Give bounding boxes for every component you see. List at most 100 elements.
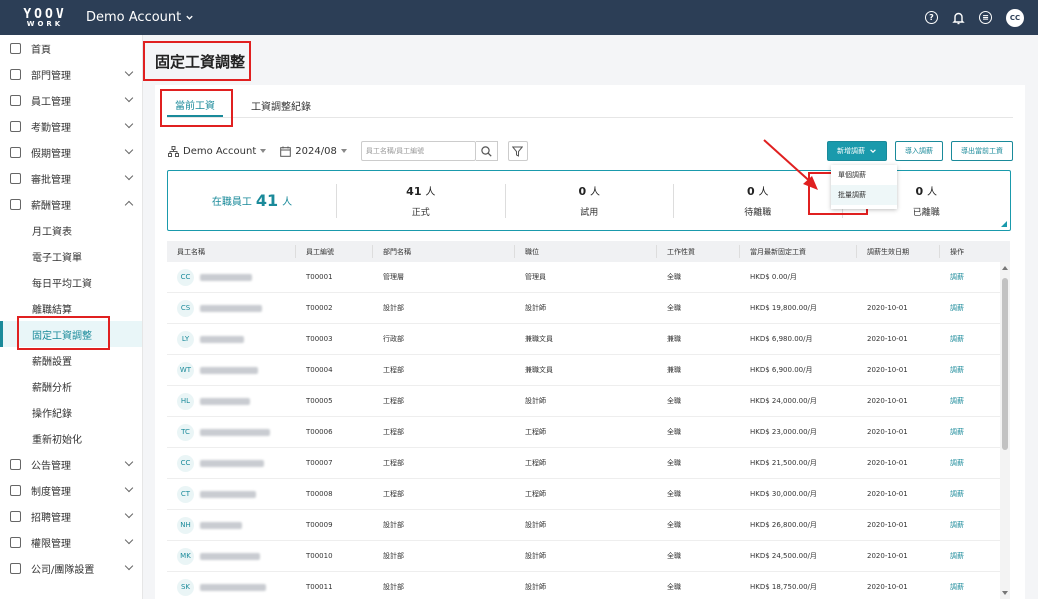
logo-line2: WORK — [26, 19, 64, 28]
month-select[interactable]: 2024/08 — [280, 146, 347, 157]
position-cell: 設計師 — [525, 521, 546, 529]
position-cell: 設計師 — [525, 552, 546, 560]
sidebar-item-shield[interactable]: 權限管理 — [0, 529, 142, 555]
annotation-box-page-title — [143, 41, 251, 81]
sidebar-item-org[interactable]: 部門管理 — [0, 61, 142, 87]
chevron-down-icon — [124, 561, 134, 571]
position-cell: 設計師 — [525, 397, 546, 405]
employee-name-redacted — [200, 304, 262, 312]
employee-avatar: LY — [177, 330, 194, 348]
account-name: Demo Account — [86, 10, 182, 25]
tab-adjustment-history[interactable]: 工資調整紀錄 — [243, 93, 319, 117]
expand-corner-icon[interactable] — [1001, 221, 1007, 227]
sidebar-item-label: 首頁 — [31, 44, 51, 56]
export-salary-button[interactable]: 導出當前工資 — [951, 141, 1013, 161]
sidebar-item-dollar[interactable]: 薪酬管理 — [0, 191, 142, 217]
employee-name-redacted — [200, 397, 250, 405]
menu-item-single-adjust[interactable]: 單個調薪 — [831, 165, 897, 185]
chevron-down-icon — [124, 119, 134, 129]
search-input[interactable]: 員工名稱/員工編號 — [360, 141, 476, 161]
building-icon — [10, 562, 21, 574]
sidebar-item-beach[interactable]: 假期管理 — [0, 139, 142, 165]
table-row: CC T00007 工程部 工程師 全職 HKD$ 21,500.00/月 20… — [167, 448, 1010, 479]
employee-name-redacted — [200, 366, 258, 374]
app-logo[interactable]: YOOV WORK — [14, 8, 76, 28]
department-cell: 工程部 — [383, 490, 404, 498]
effective-date-cell: 2020-10-01 — [867, 397, 908, 405]
employee-name-cell: CC — [167, 448, 296, 478]
position-cell: 兼職文員 — [525, 366, 553, 374]
column-header: 調薪生效日期 — [857, 241, 940, 262]
sidebar-item-briefcase[interactable]: 招聘管理 — [0, 503, 142, 529]
employee-id-cell: T00006 — [306, 428, 333, 436]
dashboard-icon — [10, 42, 21, 54]
org-icon — [10, 68, 21, 80]
effective-date-cell: 2020-10-01 — [867, 366, 908, 374]
calendar-icon — [10, 120, 21, 132]
account-switcher[interactable]: Demo Account — [86, 10, 194, 25]
sidebar-item-calendar[interactable]: 考勤管理 — [0, 113, 142, 139]
sidebar-item-stamp[interactable]: 審批管理 — [0, 165, 142, 191]
menu-item-batch-adjust[interactable]: 批量調薪 — [831, 185, 897, 205]
employee-name-redacted — [200, 273, 252, 281]
annotation-box-current-tab — [160, 89, 233, 127]
sidebar-item-users[interactable]: 員工管理 — [0, 87, 142, 113]
settings-icon[interactable]: ≡ — [979, 11, 992, 24]
user-avatar[interactable]: CC — [1006, 8, 1024, 27]
sidebar-item-building[interactable]: 公司/團隊設置 — [0, 555, 142, 581]
scroll-down-icon[interactable] — [1002, 591, 1008, 595]
employee-name-cell: WT — [167, 355, 296, 385]
department-cell: 工程部 — [383, 428, 404, 436]
import-adjustment-button[interactable]: 導入調薪 — [895, 141, 943, 161]
sidebar-subitem[interactable]: 月工資表 — [0, 217, 142, 243]
sidebar-item-book[interactable]: 制度管理 — [0, 477, 142, 503]
table-row: SK T00011 設計部 設計師 全職 HKD$ 18,750.00/月 20… — [167, 572, 1010, 599]
effective-date-cell: 2020-10-01 — [867, 459, 908, 467]
table-row: CS T00002 設計部 設計師 全職 HKD$ 19,800.00/月 20… — [167, 293, 1010, 324]
sidebar-subitem[interactable]: 操作紀錄 — [0, 399, 142, 425]
salary-cell: HKD$ 23,000.00/月 — [750, 428, 817, 436]
department-select[interactable]: Demo Account — [168, 145, 267, 157]
sidebar-subitem[interactable]: 每日平均工資 — [0, 269, 142, 295]
logo-line1: YOOV — [23, 6, 67, 22]
table-row: NH T00009 設計部 設計師 全職 HKD$ 26,800.00/月 20… — [167, 510, 1010, 541]
help-icon[interactable]: ? — [925, 11, 938, 24]
sidebar-item-dashboard[interactable]: 首頁 — [0, 35, 142, 61]
sidebar-subitem[interactable]: 電子工資單 — [0, 243, 142, 269]
employee-id-cell: T00007 — [306, 459, 333, 467]
active-employee-unit: 人 — [282, 197, 293, 208]
employee-id-cell: T00008 — [306, 490, 333, 498]
salary-cell: HKD$ 6,980.00/月 — [750, 335, 813, 343]
new-adjustment-button[interactable]: 新增調薪 — [827, 141, 887, 161]
sidebar-subitem[interactable]: 重新初始化 — [0, 425, 142, 451]
table-row: CC T00001 管理層 管理員 全職 HKD$ 0.00/月 調薪 — [167, 262, 1010, 293]
salary-table: 員工名稱 員工編號 部門名稱 職位 工作性質 當月最新固定工資 調薪生效日期 操… — [167, 241, 1010, 599]
bell-icon[interactable] — [952, 11, 965, 25]
employee-id-cell: T00004 — [306, 366, 333, 374]
work-type-cell: 全職 — [667, 397, 681, 405]
top-bar: YOOV WORK Demo Account ? ≡ CC — [0, 0, 1038, 35]
search-button[interactable] — [475, 141, 498, 161]
department-value: Demo Account — [183, 145, 257, 157]
calendar-icon — [280, 146, 292, 157]
table-scrollbar[interactable] — [1000, 262, 1010, 599]
work-type-cell: 兼職 — [667, 335, 681, 343]
column-header[interactable]: 當月最新固定工資 — [740, 241, 857, 262]
table-row: HL T00005 工程部 設計師 全職 HKD$ 24,000.00/月 20… — [167, 386, 1010, 417]
filter-icon — [512, 146, 524, 157]
sidebar-item-label: 審批管理 — [31, 174, 71, 186]
filter-button[interactable] — [507, 141, 528, 161]
employee-id-cell: T00010 — [306, 552, 333, 560]
scroll-up-icon[interactable] — [1002, 266, 1008, 270]
department-cell: 設計部 — [383, 304, 404, 312]
department-cell: 工程部 — [383, 397, 404, 405]
effective-date-cell — [857, 262, 940, 292]
scroll-thumb[interactable] — [1002, 278, 1008, 450]
effective-date-cell: 2020-10-01 — [867, 304, 908, 312]
employee-name-cell: MK — [167, 541, 296, 571]
sidebar-item-megaphone[interactable]: 公告管理 — [0, 451, 142, 477]
sidebar-subitem[interactable]: 薪酬分析 — [0, 373, 142, 399]
sidebar-subitem[interactable]: 薪酬設置 — [0, 347, 142, 373]
department-cell: 設計部 — [383, 583, 404, 591]
search-icon — [481, 145, 492, 157]
